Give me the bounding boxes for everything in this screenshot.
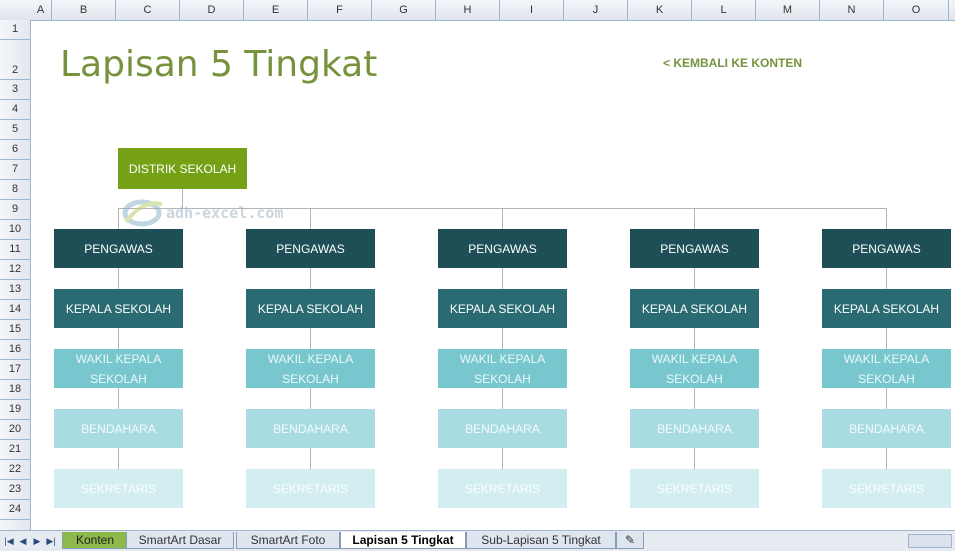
org-box-level4-col-4[interactable]: BENDAHARA — [630, 409, 759, 448]
column-header-bar: ABCDEFGHIJKLMNO — [0, 0, 955, 21]
row-header-12[interactable]: 12 — [0, 260, 30, 280]
row-header-15[interactable]: 15 — [0, 320, 30, 340]
row-header-23[interactable]: 23 — [0, 480, 30, 500]
org-box-level5-col-5[interactable]: SEKRETARIS — [822, 469, 951, 508]
column-header-l[interactable]: L — [692, 0, 756, 20]
row-header-17[interactable]: 17 — [0, 360, 30, 380]
org-box-level5-col-2[interactable]: SEKRETARIS — [246, 469, 375, 508]
sheet-tab-bar: |◀ ◀ ▶ ▶| Konten SmartArt Dasar SmartArt… — [0, 530, 955, 551]
row-header-21[interactable]: 21 — [0, 440, 30, 460]
column-header-i[interactable]: I — [500, 0, 564, 20]
column-header-k[interactable]: K — [628, 0, 692, 20]
column-header-f[interactable]: F — [308, 0, 372, 20]
row-header-14[interactable]: 14 — [0, 300, 30, 320]
org-box-level3-col-3[interactable]: WAKIL KEPALA SEKOLAH — [438, 349, 567, 388]
org-box-level2-col-5[interactable]: KEPALA SEKOLAH — [822, 289, 951, 328]
column-header-h[interactable]: H — [436, 0, 500, 20]
tab-konten[interactable]: Konten — [62, 532, 128, 549]
org-box-level1-col-3[interactable]: PENGAWAS — [438, 229, 567, 268]
row-header-19[interactable]: 19 — [0, 400, 30, 420]
org-box-level4-col-3[interactable]: BENDAHARA — [438, 409, 567, 448]
tab-smartart-foto[interactable]: SmartArt Foto — [236, 532, 340, 549]
column-header-g[interactable]: G — [372, 0, 436, 20]
org-box-level4-col-1[interactable]: BENDAHARA — [54, 409, 183, 448]
column-header-d[interactable]: D — [180, 0, 244, 20]
org-box-level1-col-5[interactable]: PENGAWAS — [822, 229, 951, 268]
org-box-level5-col-4[interactable]: SEKRETARIS — [630, 469, 759, 508]
row-header-2[interactable]: 2 — [0, 40, 30, 80]
column-header-b[interactable]: B — [52, 0, 116, 20]
row-header-7[interactable]: 7 — [0, 160, 30, 180]
column-header-n[interactable]: N — [820, 0, 884, 20]
org-box-level1-col-2[interactable]: PENGAWAS — [246, 229, 375, 268]
org-box-level3-col-4[interactable]: WAKIL KEPALA SEKOLAH — [630, 349, 759, 388]
org-box-distrik-sekolah[interactable]: DISTRIK SEKOLAH — [118, 148, 247, 189]
column-header-j[interactable]: J — [564, 0, 628, 20]
last-sheet-button[interactable]: ▶| — [45, 534, 57, 548]
org-box-level4-col-5[interactable]: BENDAHARA — [822, 409, 951, 448]
worksheet-grid[interactable] — [31, 21, 955, 530]
row-header-16[interactable]: 16 — [0, 340, 30, 360]
column-header-e[interactable]: E — [244, 0, 308, 20]
row-header-1[interactable]: 1 — [0, 20, 30, 40]
org-box-level2-col-1[interactable]: KEPALA SEKOLAH — [54, 289, 183, 328]
row-header-bar: 1 2 3 4 5 6 7 8 9 10 11 12 13 14 15 16 17 18 19 20 21 22 23 24 — [0, 20, 31, 530]
row-header-11[interactable]: 11 — [0, 240, 30, 260]
org-box-level5-col-3[interactable]: SEKRETARIS — [438, 469, 567, 508]
back-to-contents-link[interactable]: < KEMBALI KE KONTEN — [663, 56, 802, 70]
org-box-level4-col-2[interactable]: BENDAHARA — [246, 409, 375, 448]
org-box-level1-col-4[interactable]: PENGAWAS — [630, 229, 759, 268]
insert-sheet-icon[interactable]: ✎ — [616, 532, 644, 549]
org-box-level3-col-1[interactable]: WAKIL KEPALA SEKOLAH — [54, 349, 183, 388]
prev-sheet-button[interactable]: ◀ — [17, 534, 29, 548]
row-header-18[interactable]: 18 — [0, 380, 30, 400]
column-header-c[interactable]: C — [116, 0, 180, 20]
watermark-swoosh-icon — [122, 199, 163, 227]
org-box-level3-col-2[interactable]: WAKIL KEPALA SEKOLAH — [246, 349, 375, 388]
watermark-text: adh-excel.com — [166, 204, 284, 222]
horizontal-scrollbar[interactable] — [908, 534, 952, 548]
tab-sub-lapisan-5-tingkat[interactable]: Sub-Lapisan 5 Tingkat — [466, 532, 616, 549]
row-header-10[interactable]: 10 — [0, 220, 30, 240]
org-box-level3-col-5[interactable]: WAKIL KEPALA SEKOLAH — [822, 349, 951, 388]
org-box-level2-col-2[interactable]: KEPALA SEKOLAH — [246, 289, 375, 328]
row-header-9[interactable]: 9 — [0, 200, 30, 220]
row-header-5[interactable]: 5 — [0, 120, 30, 140]
row-header-4[interactable]: 4 — [0, 100, 30, 120]
page-title: Lapisan 5 Tingkat — [60, 44, 378, 85]
row-header-8[interactable]: 8 — [0, 180, 30, 200]
tab-smartart-dasar[interactable]: SmartArt Dasar — [126, 532, 234, 549]
org-box-level2-col-4[interactable]: KEPALA SEKOLAH — [630, 289, 759, 328]
column-header-a[interactable]: A — [30, 0, 52, 20]
org-box-level5-col-1[interactable]: SEKRETARIS — [54, 469, 183, 508]
column-header-o[interactable]: O — [884, 0, 949, 20]
org-box-level1-col-1[interactable]: PENGAWAS — [54, 229, 183, 268]
org-box-level2-col-3[interactable]: KEPALA SEKOLAH — [438, 289, 567, 328]
row-header-24[interactable]: 24 — [0, 500, 30, 520]
row-header-6[interactable]: 6 — [0, 140, 30, 160]
row-header-22[interactable]: 22 — [0, 460, 30, 480]
tab-lapisan-5-tingkat[interactable]: Lapisan 5 Tingkat — [340, 532, 466, 549]
row-header-20[interactable]: 20 — [0, 420, 30, 440]
next-sheet-button[interactable]: ▶ — [31, 534, 43, 548]
watermark-logo: adh-excel.com — [120, 196, 310, 230]
column-header-m[interactable]: M — [756, 0, 820, 20]
first-sheet-button[interactable]: |◀ — [3, 534, 15, 548]
row-header-13[interactable]: 13 — [0, 280, 30, 300]
row-header-3[interactable]: 3 — [0, 80, 30, 100]
